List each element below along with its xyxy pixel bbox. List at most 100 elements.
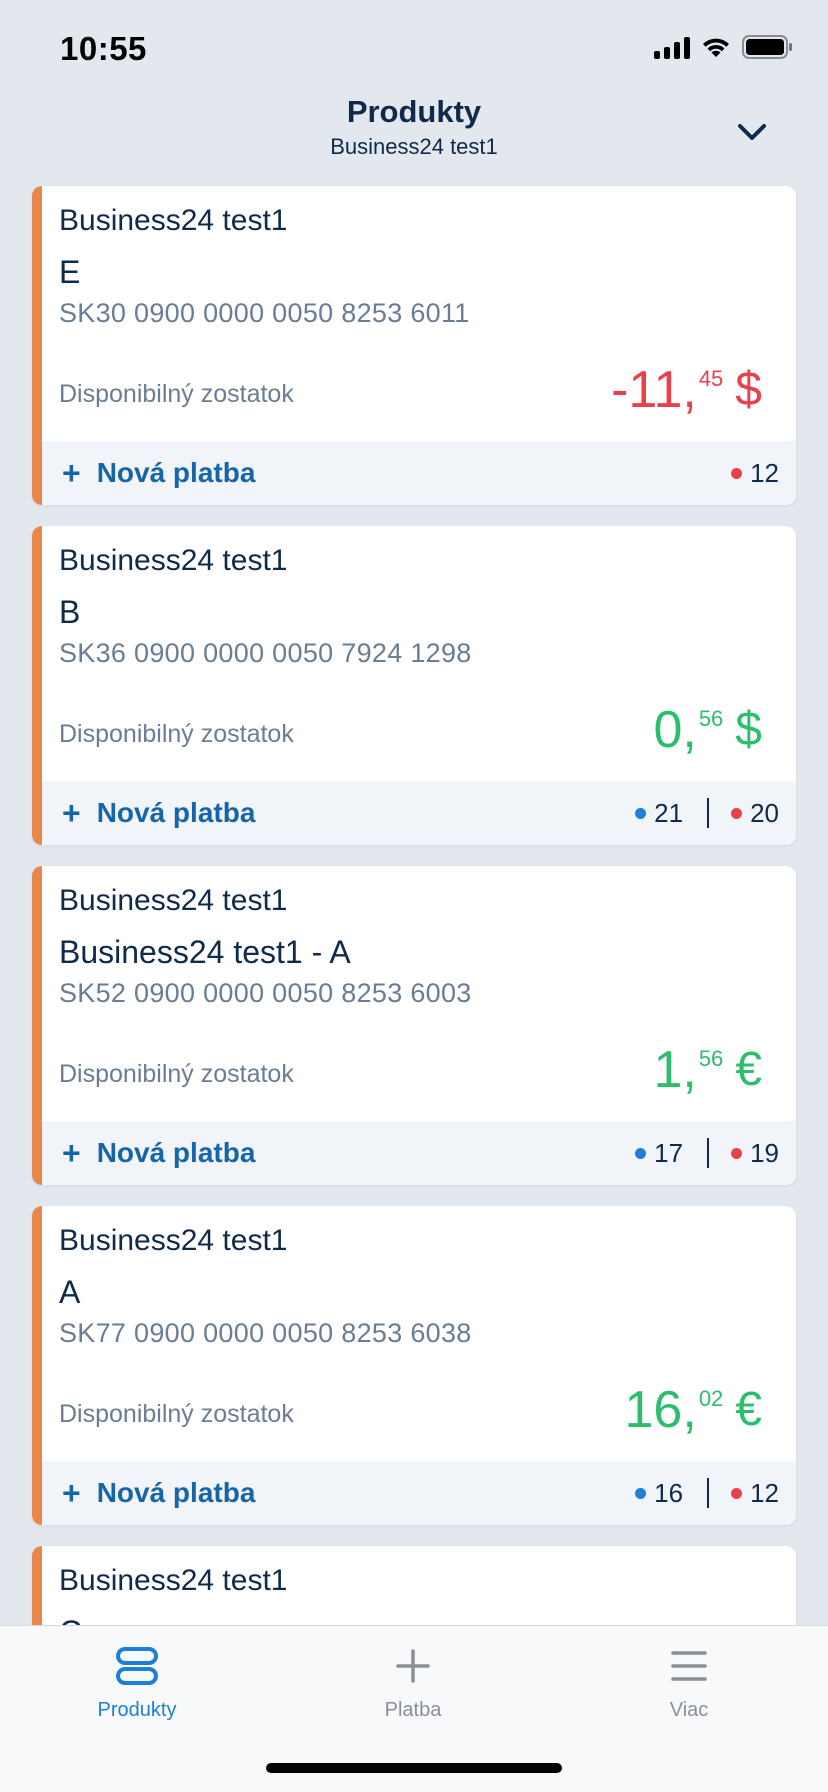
page-header: Produkty Business24 test1 <box>0 92 828 174</box>
plus-icon: + <box>62 455 81 491</box>
blue-dot-icon <box>635 807 647 819</box>
balance-label: Disponibilný zostatok <box>59 1060 294 1088</box>
payment-counters[interactable]: 17 19 <box>635 1138 779 1169</box>
account-iban: SK52 0900 0000 0050 8253 6003 <box>59 978 472 1008</box>
blue-counter: 16 <box>635 1478 683 1509</box>
amount-currency: € <box>735 1043 762 1096</box>
card-footer: + Nová platba 21 20 <box>42 781 796 845</box>
red-dot-icon <box>731 807 743 819</box>
red-count: 12 <box>750 1477 779 1508</box>
red-counter: 12 <box>731 1478 779 1509</box>
amount-integer: 0, <box>653 701 697 759</box>
payment-counters[interactable]: 12 <box>731 458 779 489</box>
account-name: E <box>59 254 81 290</box>
card-footer: + Nová platba 16 12 <box>42 1461 796 1525</box>
red-count: 20 <box>750 797 779 828</box>
plus-icon: + <box>62 795 81 831</box>
red-count: 12 <box>750 457 779 488</box>
counter-divider <box>707 1138 710 1168</box>
red-counter: 20 <box>731 798 779 829</box>
amount-currency: $ <box>735 363 762 416</box>
card-accent <box>32 526 42 845</box>
home-indicator <box>266 1763 562 1773</box>
chevron-down-icon[interactable] <box>734 114 770 150</box>
red-count: 19 <box>750 1137 779 1168</box>
plus-icon: + <box>62 1135 81 1171</box>
new-payment-button[interactable]: + Nová platba <box>62 797 255 829</box>
amount-decimal: 56 <box>698 706 724 731</box>
account-name: B <box>59 594 81 630</box>
balance-amount: -11, 45 $ <box>611 364 762 416</box>
red-dot-icon <box>731 1487 743 1499</box>
new-payment-label: Nová platba <box>96 1477 256 1508</box>
blue-counter: 21 <box>635 798 683 829</box>
balance-amount: 0, 56 $ <box>653 704 762 756</box>
account-owner: Business24 test1 <box>59 544 288 577</box>
plus-icon: + <box>62 1475 81 1511</box>
card-accent <box>32 186 42 505</box>
account-card[interactable]: Business24 test1 E SK30 0900 0000 0050 8… <box>32 186 796 505</box>
page-title: Produkty <box>346 94 482 129</box>
account-card[interactable]: Business24 test1 B SK36 0900 0000 0050 7… <box>32 526 796 845</box>
page-subtitle: Business24 test1 <box>330 134 498 159</box>
wifi-icon <box>703 38 729 57</box>
status-time: 10:55 <box>60 30 147 67</box>
balance-label: Disponibilný zostatok <box>59 380 294 408</box>
balance-label: Disponibilný zostatok <box>59 720 294 748</box>
tab-products[interactable]: Produkty <box>47 1646 227 1722</box>
amount-integer: -11, <box>611 361 697 419</box>
card-accent <box>32 866 42 1185</box>
account-owner: Business24 test1 <box>59 1564 288 1597</box>
products-screen: 10:55 Produkty Business24 test1 Business… <box>0 0 828 1792</box>
account-owner: Business24 test1 <box>59 1224 288 1257</box>
account-owner: Business24 test1 <box>59 884 288 917</box>
balance-amount: 1, 56 € <box>653 1044 762 1096</box>
account-iban: SK30 0900 0000 0050 8253 6011 <box>59 298 470 328</box>
counter-divider <box>707 798 710 828</box>
card-footer: + Nová platba 12 <box>42 441 796 505</box>
counter-divider <box>707 1478 710 1508</box>
red-dot-icon <box>731 467 743 479</box>
cellular-signal-icon <box>654 35 690 59</box>
payment-counters[interactable]: 16 12 <box>635 1478 779 1509</box>
balance-label: Disponibilný zostatok <box>59 1400 294 1428</box>
card-accent <box>32 1206 42 1525</box>
amount-decimal: 45 <box>698 366 724 391</box>
account-iban: SK77 0900 0000 0050 8253 6038 <box>59 1318 472 1348</box>
new-payment-label: Nová platba <box>96 457 256 488</box>
account-card[interactable]: Business24 test1 Business24 test1 - A SK… <box>32 866 796 1185</box>
tab-payment[interactable]: Platba <box>323 1646 503 1722</box>
status-icons <box>654 34 794 60</box>
account-list: Business24 test1 E SK30 0900 0000 0050 8… <box>32 186 796 1767</box>
red-counter: 19 <box>731 1138 779 1169</box>
amount-currency: $ <box>735 703 762 756</box>
blue-dot-icon <box>635 1147 647 1159</box>
tab-more[interactable]: Viac <box>599 1646 779 1722</box>
tab-label: Platba <box>384 1699 442 1721</box>
balance-amount: 16, 02 € <box>625 1384 762 1436</box>
amount-decimal: 56 <box>698 1046 724 1071</box>
blue-dot-icon <box>635 1487 647 1499</box>
new-payment-button[interactable]: + Nová platba <box>62 1137 255 1169</box>
blue-counter: 17 <box>635 1138 683 1169</box>
menu-icon <box>671 1651 707 1681</box>
blue-count: 16 <box>654 1477 684 1508</box>
account-name: Business24 test1 - A <box>59 934 351 970</box>
new-payment-button[interactable]: + Nová platba <box>62 457 255 489</box>
amount-integer: 1, <box>653 1041 697 1099</box>
new-payment-label: Nová platba <box>96 797 256 828</box>
new-payment-label: Nová platba <box>96 1137 256 1168</box>
amount-currency: € <box>735 1383 762 1436</box>
red-dot-icon <box>731 1147 743 1159</box>
account-owner: Business24 test1 <box>59 204 288 237</box>
payment-counters[interactable]: 21 20 <box>635 798 779 829</box>
tab-label: Produkty <box>97 1699 177 1721</box>
red-counter: 12 <box>731 458 779 489</box>
account-card[interactable]: Business24 test1 A SK77 0900 0000 0050 8… <box>32 1206 796 1525</box>
tab-label: Viac <box>669 1699 709 1721</box>
blue-count: 21 <box>654 797 684 828</box>
account-name: A <box>59 1274 81 1310</box>
blue-count: 17 <box>654 1137 684 1168</box>
products-icon <box>116 1647 158 1685</box>
new-payment-button[interactable]: + Nová platba <box>62 1477 255 1509</box>
